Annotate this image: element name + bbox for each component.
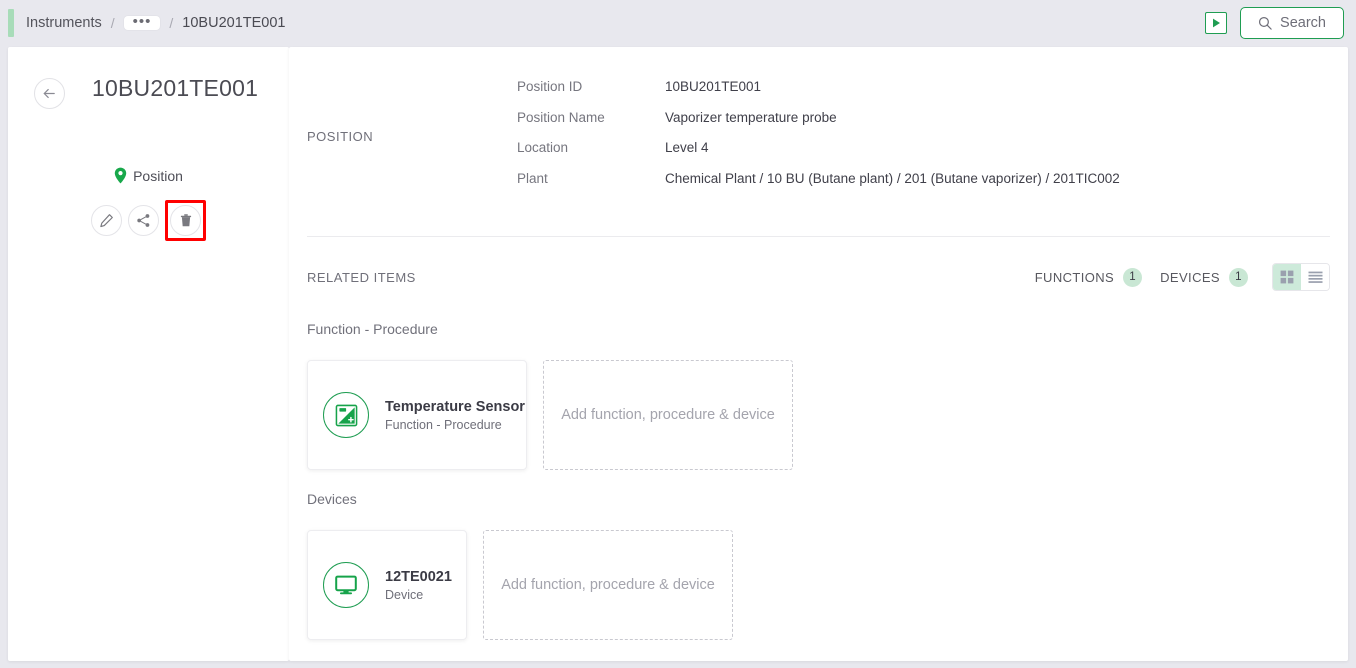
- related-items-label: RELATED ITEMS: [307, 269, 416, 285]
- related-items-header: RELATED ITEMS FUNCTIONS 1 DEVICES 1: [307, 263, 1330, 291]
- position-section: POSITION Position ID 10BU201TE001 Positi…: [289, 47, 1348, 236]
- pencil-icon: [100, 214, 113, 228]
- accent-bar: [8, 9, 14, 37]
- field-value: Level 4: [665, 140, 709, 155]
- search-button-label: Search: [1280, 15, 1326, 31]
- list-view-button[interactable]: [1301, 264, 1329, 290]
- field-label: Position Name: [517, 109, 605, 125]
- tab-devices-label: DEVICES: [1160, 269, 1220, 285]
- grid-view-icon: [1280, 270, 1294, 284]
- play-icon: [1212, 18, 1220, 28]
- field-row: Position ID 10BU201TE001: [517, 79, 1120, 110]
- tab-devices-count: 1: [1229, 267, 1248, 287]
- entity-type: Position: [8, 167, 289, 184]
- field-value: 10BU201TE001: [665, 79, 762, 94]
- related-items-controls: FUNCTIONS 1 DEVICES 1: [1035, 263, 1330, 291]
- detail-panel: POSITION Position ID 10BU201TE001 Positi…: [289, 47, 1348, 661]
- tab-functions-count: 1: [1123, 267, 1143, 287]
- field-value: Vaporizer temperature probe: [665, 109, 837, 125]
- function-card-icon-wrap: [323, 392, 369, 438]
- function-card-title: Temperature Sensor: [385, 398, 525, 415]
- field-row: Position Name Vaporizer temperature prob…: [517, 110, 1120, 141]
- trash-icon: [180, 214, 191, 227]
- breadcrumb-item-current[interactable]: 10BU201TE001: [182, 15, 285, 31]
- function-card-subtitle: Function - Procedure: [385, 417, 502, 432]
- breadcrumb-ellipsis-button[interactable]: •••: [123, 14, 161, 30]
- device-card-title: 12TE0021: [385, 568, 452, 585]
- breadcrumb-separator: /: [169, 15, 174, 31]
- entity-actions: [8, 200, 289, 241]
- function-card[interactable]: Temperature Sensor Function - Procedure: [307, 360, 527, 470]
- position-section-label: POSITION: [307, 129, 374, 144]
- device-card-text: 12TE0021 Device: [385, 569, 452, 602]
- search-button[interactable]: Search: [1240, 7, 1344, 39]
- field-label: Location: [517, 140, 569, 155]
- search-icon: [1259, 16, 1272, 30]
- tab-devices[interactable]: DEVICES 1: [1160, 267, 1248, 287]
- function-cards: Temperature Sensor Function - Procedure …: [307, 360, 793, 470]
- top-bar: Instruments / ••• / 10BU201TE001 Search: [0, 0, 1356, 46]
- tab-functions-label: FUNCTIONS: [1034, 269, 1115, 285]
- breadcrumb-separator: /: [110, 15, 115, 31]
- page-title: 10BU201TE001: [92, 75, 259, 101]
- device-card-subtitle: Device: [385, 587, 424, 602]
- monitor-icon: [335, 575, 357, 595]
- group-title-functions: Function - Procedure: [307, 321, 438, 337]
- edit-button[interactable]: [91, 205, 122, 236]
- field-row: Plant Chemical Plant / 10 BU (Butane pla…: [517, 171, 1120, 202]
- device-card-icon-wrap: [323, 562, 369, 608]
- view-toggle: [1272, 263, 1330, 291]
- add-device-card[interactable]: Add function, procedure & device: [483, 530, 733, 640]
- back-button[interactable]: [34, 78, 65, 109]
- add-function-card[interactable]: Add function, procedure & device: [543, 360, 793, 470]
- share-button[interactable]: [128, 205, 159, 236]
- delete-button-highlight: [165, 200, 206, 241]
- map-pin-icon: [114, 167, 127, 184]
- position-fields: Position ID 10BU201TE001 Position Name V…: [517, 79, 1120, 201]
- function-card-text: Temperature Sensor Function - Procedure: [385, 399, 525, 432]
- field-value: Chemical Plant / 10 BU (Butane plant) / …: [665, 170, 1120, 186]
- top-bar-actions: Search: [1205, 7, 1356, 39]
- field-row: Location Level 4: [517, 140, 1120, 171]
- section-divider: [307, 236, 1330, 237]
- field-label: Plant: [517, 170, 548, 186]
- share-icon: [137, 214, 150, 227]
- list-view-icon: [1308, 271, 1322, 283]
- breadcrumb: Instruments / ••• / 10BU201TE001: [26, 14, 285, 31]
- tab-functions[interactable]: FUNCTIONS 1: [1034, 267, 1143, 287]
- breadcrumb-item-instruments[interactable]: Instruments: [26, 15, 102, 31]
- entity-type-label: Position: [133, 167, 183, 184]
- arrow-left-icon: [43, 88, 55, 99]
- function-procedure-icon: [335, 404, 357, 426]
- device-cards: 12TE0021 Device Add function, procedure …: [307, 530, 733, 640]
- grid-view-button[interactable]: [1273, 264, 1301, 290]
- field-label: Position ID: [517, 79, 583, 94]
- delete-button[interactable]: [170, 205, 201, 236]
- app-root: Instruments / ••• / 10BU201TE001 Search: [0, 0, 1356, 668]
- entity-sidebar: 10BU201TE001 Position: [8, 47, 289, 661]
- group-title-devices: Devices: [307, 491, 357, 507]
- device-card[interactable]: 12TE0021 Device: [307, 530, 467, 640]
- play-button[interactable]: [1205, 12, 1228, 34]
